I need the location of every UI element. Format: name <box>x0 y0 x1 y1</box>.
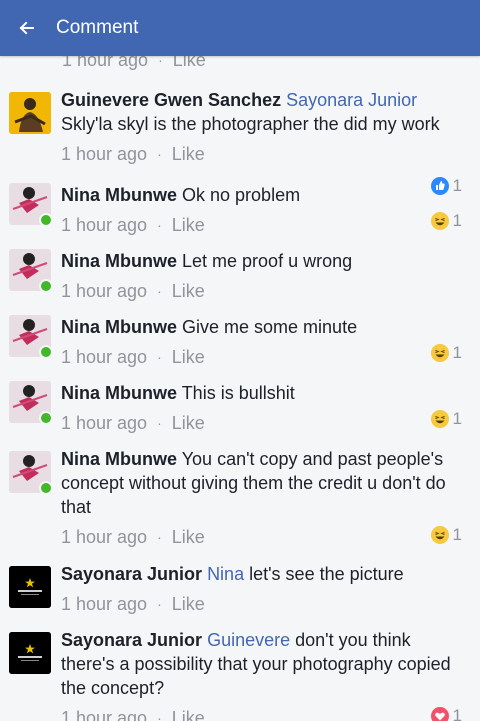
timestamp: 1 hour ago <box>61 707 148 721</box>
like-button[interactable]: Like <box>172 527 205 548</box>
timestamp: 1 hour ago <box>61 214 148 235</box>
avatar[interactable] <box>9 566 51 608</box>
comment-meta: 1 hour ago · Like <box>61 213 466 237</box>
online-status-indicator <box>39 345 53 359</box>
like-button[interactable]: Like <box>172 708 205 721</box>
like-button[interactable]: Like <box>172 594 205 615</box>
online-status-indicator <box>39 481 53 495</box>
haha-reaction-icon <box>430 526 449 544</box>
reaction-count: 1 <box>452 525 462 544</box>
comment-body: This is bullshit <box>181 383 295 403</box>
reaction-count: 1 <box>452 343 462 362</box>
timestamp: 1 hour ago <box>61 346 148 367</box>
online-status-indicator <box>39 279 53 293</box>
avatar[interactable] <box>9 183 53 227</box>
haha-reaction-icon <box>430 410 449 428</box>
comment-author[interactable]: Sayonara Junior <box>61 564 202 584</box>
separator: · <box>157 146 162 162</box>
online-status-indicator <box>39 213 53 227</box>
like-button[interactable]: Like <box>172 215 205 236</box>
separator: · <box>157 349 162 365</box>
comment-text: Sayonara Junior Nina let's see the pictu… <box>61 562 466 586</box>
comment-body: let's see the picture <box>249 564 404 584</box>
avatar[interactable] <box>9 92 51 134</box>
haha-reaction-icon <box>430 344 449 362</box>
comment-author[interactable]: Sayonara Junior <box>61 630 202 650</box>
timestamp: 1 hour ago <box>61 143 148 164</box>
comment-text: Nina Mbunwe This is bullshit <box>61 381 466 405</box>
profile-photo <box>9 92 51 134</box>
comment-author[interactable]: Guinevere Gwen Sanchez <box>61 90 281 110</box>
reaction-summary[interactable]: 1 <box>430 525 462 545</box>
comment-text: Guinevere Gwen Sanchez Sayonara Junior S… <box>61 88 466 136</box>
avatar[interactable] <box>9 632 51 674</box>
back-button[interactable] <box>0 0 52 56</box>
comment-meta: 1 hour ago · Like <box>61 411 466 435</box>
avatar[interactable] <box>9 381 53 425</box>
haha-reaction-icon <box>430 212 449 230</box>
reaction-count: 1 <box>452 211 462 230</box>
like-button[interactable]: Like <box>172 281 205 302</box>
separator: · <box>157 596 162 612</box>
comment-author[interactable]: Nina Mbunwe <box>61 317 177 337</box>
comment-text: Nina Mbunwe Ok no problem <box>61 183 466 207</box>
reaction-summary[interactable]: 1 <box>430 409 462 429</box>
comment-text: Sayonara Junior Guinevere don't you thin… <box>61 628 466 700</box>
comment-author[interactable]: Nina Mbunwe <box>61 449 177 469</box>
comment-meta: 1 hour ago · Like <box>61 345 466 369</box>
comment-author[interactable]: Nina Mbunwe <box>61 185 177 205</box>
profile-photo <box>9 632 51 674</box>
back-arrow-icon <box>19 21 34 35</box>
reaction-count: 1 <box>452 706 462 721</box>
reaction-summary[interactable]: 1 <box>430 211 462 231</box>
comment-mention[interactable]: Sayonara Junior <box>286 90 417 110</box>
comment-meta: 1 hour ago · Like <box>61 706 466 721</box>
avatar[interactable] <box>9 249 53 293</box>
separator: · <box>157 529 162 545</box>
comment-author[interactable]: Nina Mbunwe <box>61 251 177 271</box>
like-button[interactable]: Like <box>172 347 205 368</box>
separator: · <box>157 283 162 299</box>
comment-meta: 1 hour ago · Like <box>61 592 466 616</box>
like-button[interactable]: Like <box>173 56 206 71</box>
reaction-count: 1 <box>452 409 462 428</box>
love-reaction-icon <box>430 707 449 721</box>
page-title: Comment <box>56 17 139 38</box>
timestamp: 1 hour ago <box>61 526 148 547</box>
comment-mention[interactable]: Nina <box>207 564 244 584</box>
partial-comment-meta: 1 hour ago · Like <box>62 56 206 72</box>
comment-text: Nina Mbunwe You can't copy and past peop… <box>61 447 466 519</box>
separator: · <box>158 56 163 68</box>
separator: · <box>157 710 162 721</box>
top-bar: Comment <box>0 0 480 56</box>
like-button[interactable]: Like <box>172 144 205 165</box>
comment-mention[interactable]: Guinevere <box>207 630 290 650</box>
comment-meta: 1 hour ago · Like <box>61 142 466 166</box>
separator: · <box>157 415 162 431</box>
profile-photo <box>9 566 51 608</box>
comment-body: Skly'la skyl is the photographer the did… <box>61 114 440 134</box>
comment-body: Let me proof u wrong <box>182 251 353 271</box>
reaction-summary[interactable]: 1 <box>430 706 462 721</box>
comment-body: Give me some minute <box>182 317 358 337</box>
reaction-summary[interactable]: 1 <box>430 343 462 363</box>
timestamp: 1 hour ago <box>61 412 148 433</box>
timestamp: 1 hour ago <box>61 593 148 614</box>
comment-body: Ok no problem <box>182 185 301 205</box>
avatar[interactable] <box>9 315 53 359</box>
comment-list[interactable]: 1 hour ago · Like Guinevere Gwen Sanchez… <box>0 56 480 721</box>
online-status-indicator <box>39 411 53 425</box>
separator: · <box>157 217 162 233</box>
comment-meta: 1 hour ago · Like <box>61 525 466 549</box>
like-button[interactable]: Like <box>172 413 205 434</box>
comment-text: Nina Mbunwe Let me proof u wrong <box>61 249 466 273</box>
timestamp: 1 hour ago <box>61 280 148 301</box>
timestamp: 1 hour ago <box>62 56 149 70</box>
avatar[interactable] <box>9 451 53 495</box>
comment-text: Nina Mbunwe Give me some minute <box>61 315 466 339</box>
comment-meta: 1 hour ago · Like <box>61 279 466 303</box>
comment-author[interactable]: Nina Mbunwe <box>61 383 177 403</box>
